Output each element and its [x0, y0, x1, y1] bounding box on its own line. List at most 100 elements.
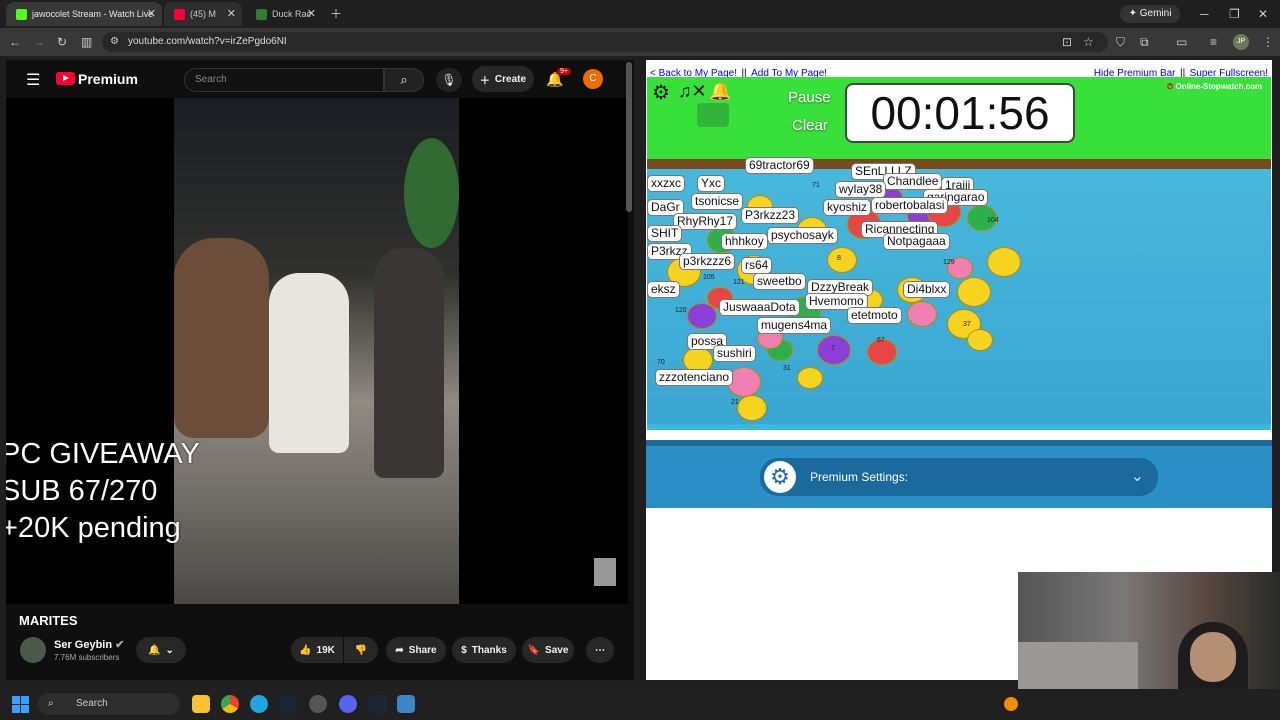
close-tab-icon[interactable]: ✕ [307, 7, 316, 20]
like-button[interactable]: 👍 19K [291, 637, 343, 663]
youtube-icon [174, 8, 185, 20]
thanks-button[interactable]: $ Thanks [452, 637, 516, 663]
duck-name-label: xxzxc [647, 175, 685, 192]
taskbar-search[interactable]: ⌕ Search [38, 693, 180, 715]
duck-number: 129 [943, 259, 955, 266]
account-avatar[interactable]: C [583, 69, 603, 89]
more-actions-button[interactable]: ⋯ [586, 637, 614, 663]
shield-icon[interactable]: ⛉ [1116, 35, 1125, 49]
search-button[interactable]: ⌕ [384, 68, 424, 92]
search-input[interactable]: Search [184, 68, 384, 92]
duck-name-label: Chandlee [883, 173, 943, 190]
subscribe-bell-button[interactable]: 🔔 ⌄ [136, 637, 186, 663]
windows-start-icon[interactable] [12, 696, 29, 713]
youtube-page: ☰ Premium Search ⌕ 🎙 ＋ Create 🔔 9+ C PC G… [6, 60, 634, 680]
side-panel-icon[interactable]: ▥ [81, 35, 92, 49]
duck-name-label: sushiri [713, 345, 756, 362]
video-title: MARITES [19, 613, 78, 628]
extensions-icon[interactable]: ⧉ [1140, 35, 1149, 49]
app-icon[interactable] [309, 695, 327, 713]
tray-icon[interactable] [1004, 697, 1018, 711]
tab-title: (45) M [190, 9, 217, 19]
voice-search-button[interactable]: 🎙 [436, 68, 462, 92]
share-button[interactable]: ➦ Share [386, 637, 446, 663]
minimize-icon[interactable]: ─ [1200, 7, 1209, 21]
person-left [174, 238, 269, 438]
channel-name[interactable]: Ser Geybin ✔ [54, 638, 124, 651]
duck [687, 303, 717, 329]
gemini-button[interactable]: ✦ Gemini [1120, 5, 1180, 23]
duck-number: 31 [783, 365, 791, 372]
profile-avatar[interactable]: JP [1233, 34, 1249, 50]
menu-icon[interactable]: ⋮ [1262, 35, 1274, 49]
duck-name-label: eksz [647, 281, 680, 298]
duck-name-label: 69tractor69 [745, 157, 814, 174]
duck-race-icon [256, 8, 267, 20]
giveaway-overlay: PC GIVEAWAY SUB 67/270 +20K pending [6, 436, 200, 547]
brand-label: Premium [78, 71, 138, 87]
youtube-logo-icon[interactable] [56, 72, 75, 85]
duck-number: 70 [657, 359, 665, 366]
search-icon: ⌕ [400, 72, 408, 87]
premium-settings-toggle[interactable]: ⚙ Premium Settings: ⌄ [760, 458, 1158, 496]
youtube-scrollbar[interactable] [626, 62, 632, 212]
share-icon: ➦ [395, 644, 404, 656]
search-icon: ⌕ [48, 698, 54, 709]
steam-app-icon[interactable] [368, 695, 386, 713]
maximize-icon[interactable]: ❐ [1229, 7, 1240, 21]
address-bar[interactable]: ⚙ youtube.com/watch?v=irZePgdo6NI [102, 32, 1108, 52]
hamburger-icon[interactable]: ☰ [26, 70, 40, 90]
duck-name-label: JuswaaaDota [719, 299, 800, 316]
duck-number: 67 [877, 337, 885, 344]
thanks-label: Thanks [471, 644, 507, 656]
notification-badge: 9+ [557, 68, 571, 75]
bell-icon: 🔔 [148, 644, 161, 656]
couch [1018, 642, 1138, 690]
duck-name-label: kyoshiz [823, 199, 872, 216]
duck [737, 395, 767, 421]
close-tab-icon[interactable]: ✕ [147, 7, 156, 20]
install-icon[interactable]: ⊡ [1062, 35, 1072, 49]
chrome-icon[interactable] [221, 695, 239, 713]
edge-icon[interactable] [250, 695, 268, 713]
save-label: Save [545, 644, 569, 656]
duck-name-label: robertobalasi [871, 197, 949, 214]
discord-icon[interactable] [339, 695, 357, 713]
media-icon[interactable]: ≡ [1210, 35, 1217, 49]
close-tab-icon[interactable]: ✕ [227, 7, 236, 20]
notepad-icon[interactable] [397, 695, 415, 713]
save-button[interactable]: 🔖 Save [522, 637, 574, 663]
file-explorer-icon[interactable] [192, 695, 210, 713]
dislike-button[interactable]: 👎 [344, 637, 378, 663]
bookmark-star-icon[interactable]: ☆ [1083, 35, 1094, 49]
tab-strip: jawocolet Stream - Watch Live ✕ (45) M ✕… [0, 0, 1280, 28]
forward-icon[interactable]: → [33, 35, 45, 49]
thumbs-up-icon: 👍 [299, 644, 312, 656]
channel-watermark[interactable] [594, 558, 616, 586]
duck-name-label: zzzotenciano [655, 369, 734, 386]
channel-avatar[interactable] [20, 637, 46, 663]
chevron-down-icon: ⌄ [165, 644, 174, 656]
steam-icon[interactable] [279, 695, 297, 713]
duck-name-label: rs64 [741, 257, 773, 274]
duck-name-label: sweetbo [753, 273, 806, 290]
new-tab-icon[interactable]: ＋ [330, 7, 342, 21]
video-player[interactable]: PC GIVEAWAY SUB 67/270 +20K pending [6, 98, 628, 604]
create-button[interactable]: ＋ Create [472, 66, 534, 92]
tab-youtube[interactable]: (45) M ✕ [164, 2, 242, 26]
tab-kick-stream[interactable]: jawocolet Stream - Watch Live ✕ [6, 2, 162, 26]
subscriber-count: 7.76M subscribers [54, 653, 120, 662]
premium-settings-label: Premium Settings: [810, 470, 909, 484]
duck-name-label: Di4blxx [903, 281, 951, 298]
duck-name-label: p3rkzzz6 [679, 253, 736, 270]
duck [907, 301, 937, 327]
close-window-icon[interactable]: ✕ [1258, 7, 1268, 21]
back-icon[interactable]: ← [9, 35, 21, 49]
cast-icon[interactable]: ▭ [1176, 35, 1187, 49]
reload-icon[interactable]: ↻ [57, 35, 67, 49]
tab-duck-race[interactable]: Duck Rac ✕ [246, 2, 322, 26]
race-canvas[interactable]: ⚙ ♫✕ 🔔 Pause Clear 00:01:56 ⏱ Online-Sto… [647, 77, 1271, 430]
taskbar: ⌕ Search [0, 689, 1280, 720]
bookmark-icon: 🔖 [527, 644, 541, 656]
site-info-icon[interactable]: ⚙ [110, 35, 119, 49]
